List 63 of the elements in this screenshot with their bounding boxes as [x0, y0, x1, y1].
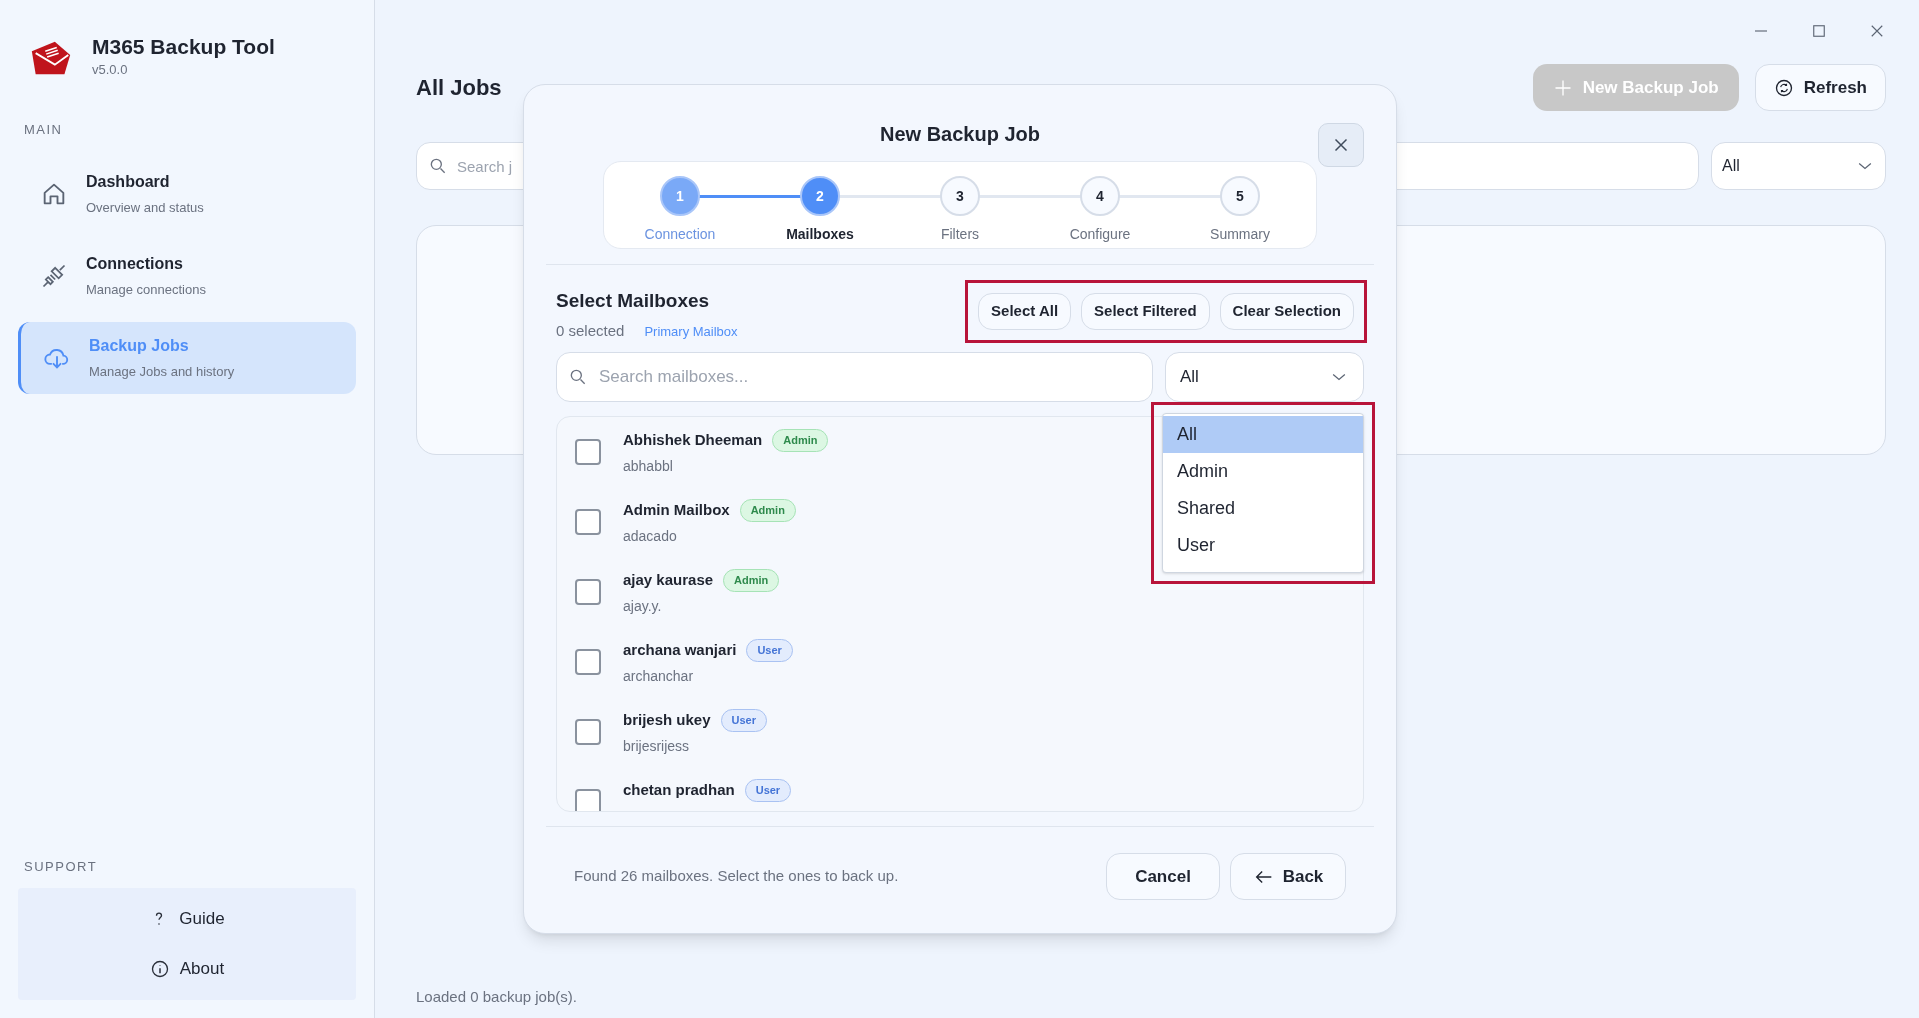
footer-text: Found 26 mailboxes. Select the ones to back up. — [574, 866, 899, 887]
dialog-title: New Backup Job — [879, 122, 1040, 147]
role-badge: Admin — [739, 499, 796, 522]
search-icon — [428, 156, 448, 176]
support-link[interactable]: About — [24, 946, 350, 992]
dropdown-option[interactable]: All — [1163, 416, 1363, 453]
nav-item[interactable]: Backup Jobs Manage Jobs and history — [18, 321, 356, 394]
selected-count: 0 selected — [556, 320, 625, 341]
refresh-button[interactable]: Refresh — [1754, 64, 1886, 111]
legend-text: Primary Mailbox — [644, 322, 738, 341]
search-icon — [568, 367, 588, 387]
support-link[interactable]: Guide — [24, 896, 350, 942]
role-badge: User — [720, 709, 767, 732]
mailbox-name: Admin Mailbox — [623, 500, 730, 520]
mailbox-name: archana wanjari — [623, 640, 737, 660]
app-title: M365 Backup Tool — [92, 34, 275, 61]
section-label: SUPPORT — [23, 857, 99, 876]
step-label: Mailboxes — [786, 225, 854, 244]
nav-item[interactable]: Dashboard Overview and status — [18, 157, 356, 230]
step-label: Configure — [1069, 225, 1131, 244]
step-label: Filters — [940, 225, 980, 244]
refresh-icon — [1773, 77, 1794, 98]
role-badge: User — [746, 639, 793, 662]
role-badge: Admin — [723, 569, 780, 592]
dropdown-option[interactable]: Admin — [1163, 453, 1363, 490]
mailbox-name: Abhishek Dheeman — [623, 430, 763, 450]
close-button[interactable] — [1318, 123, 1364, 167]
mailbox-name: chetan pradhan — [623, 780, 735, 800]
mailbox-email: archanchar — [623, 666, 695, 686]
role-badge: User — [744, 779, 792, 802]
mailbox-name: brijesh ukey — [623, 710, 711, 730]
checkbox[interactable] — [575, 579, 601, 605]
checkbox[interactable] — [575, 649, 601, 675]
action-button[interactable]: Select All — [978, 293, 1072, 330]
checkbox[interactable] — [575, 789, 601, 811]
maximize-icon[interactable] — [1810, 22, 1828, 40]
section-label: MAIN — [23, 121, 64, 139]
page-title: All Jobs — [416, 74, 502, 102]
version-text: v5.0.0 — [92, 61, 129, 80]
nav-item[interactable]: Connections Manage connections — [18, 239, 356, 312]
role-badge: Admin — [772, 429, 829, 452]
info-icon — [149, 959, 170, 979]
dropdown-option[interactable]: Shared — [1163, 490, 1363, 527]
back-button[interactable]: Back — [1230, 853, 1346, 900]
action-button[interactable]: Clear Selection — [1219, 293, 1354, 330]
status-text: Loaded 0 backup job(s). — [416, 986, 578, 1007]
mailbox-email: abhabbl — [623, 456, 674, 476]
checkbox[interactable] — [575, 719, 601, 745]
mailbox-email: adacado — [623, 526, 678, 546]
checkbox[interactable] — [575, 439, 601, 465]
cancel-button[interactable]: Cancel — [1106, 853, 1220, 900]
mailbox-email: brijesrijess — [623, 736, 691, 756]
step-label: Summary — [1210, 225, 1270, 244]
dropdown-option[interactable]: User — [1163, 527, 1363, 564]
step-label: Connection — [644, 225, 716, 244]
filter-dropdown[interactable]: All — [1711, 142, 1886, 190]
mailbox-email: ajay.y. — [623, 596, 663, 616]
mailbox-name: ajay kaurase — [623, 570, 714, 590]
search-field[interactable]: Search mailboxes... — [556, 352, 1153, 402]
checkbox[interactable] — [575, 509, 601, 535]
role-dropdown[interactable]: All — [1165, 352, 1364, 402]
action-button[interactable]: Select Filtered — [1081, 293, 1210, 330]
section-title: Select Mailboxes — [556, 289, 711, 313]
